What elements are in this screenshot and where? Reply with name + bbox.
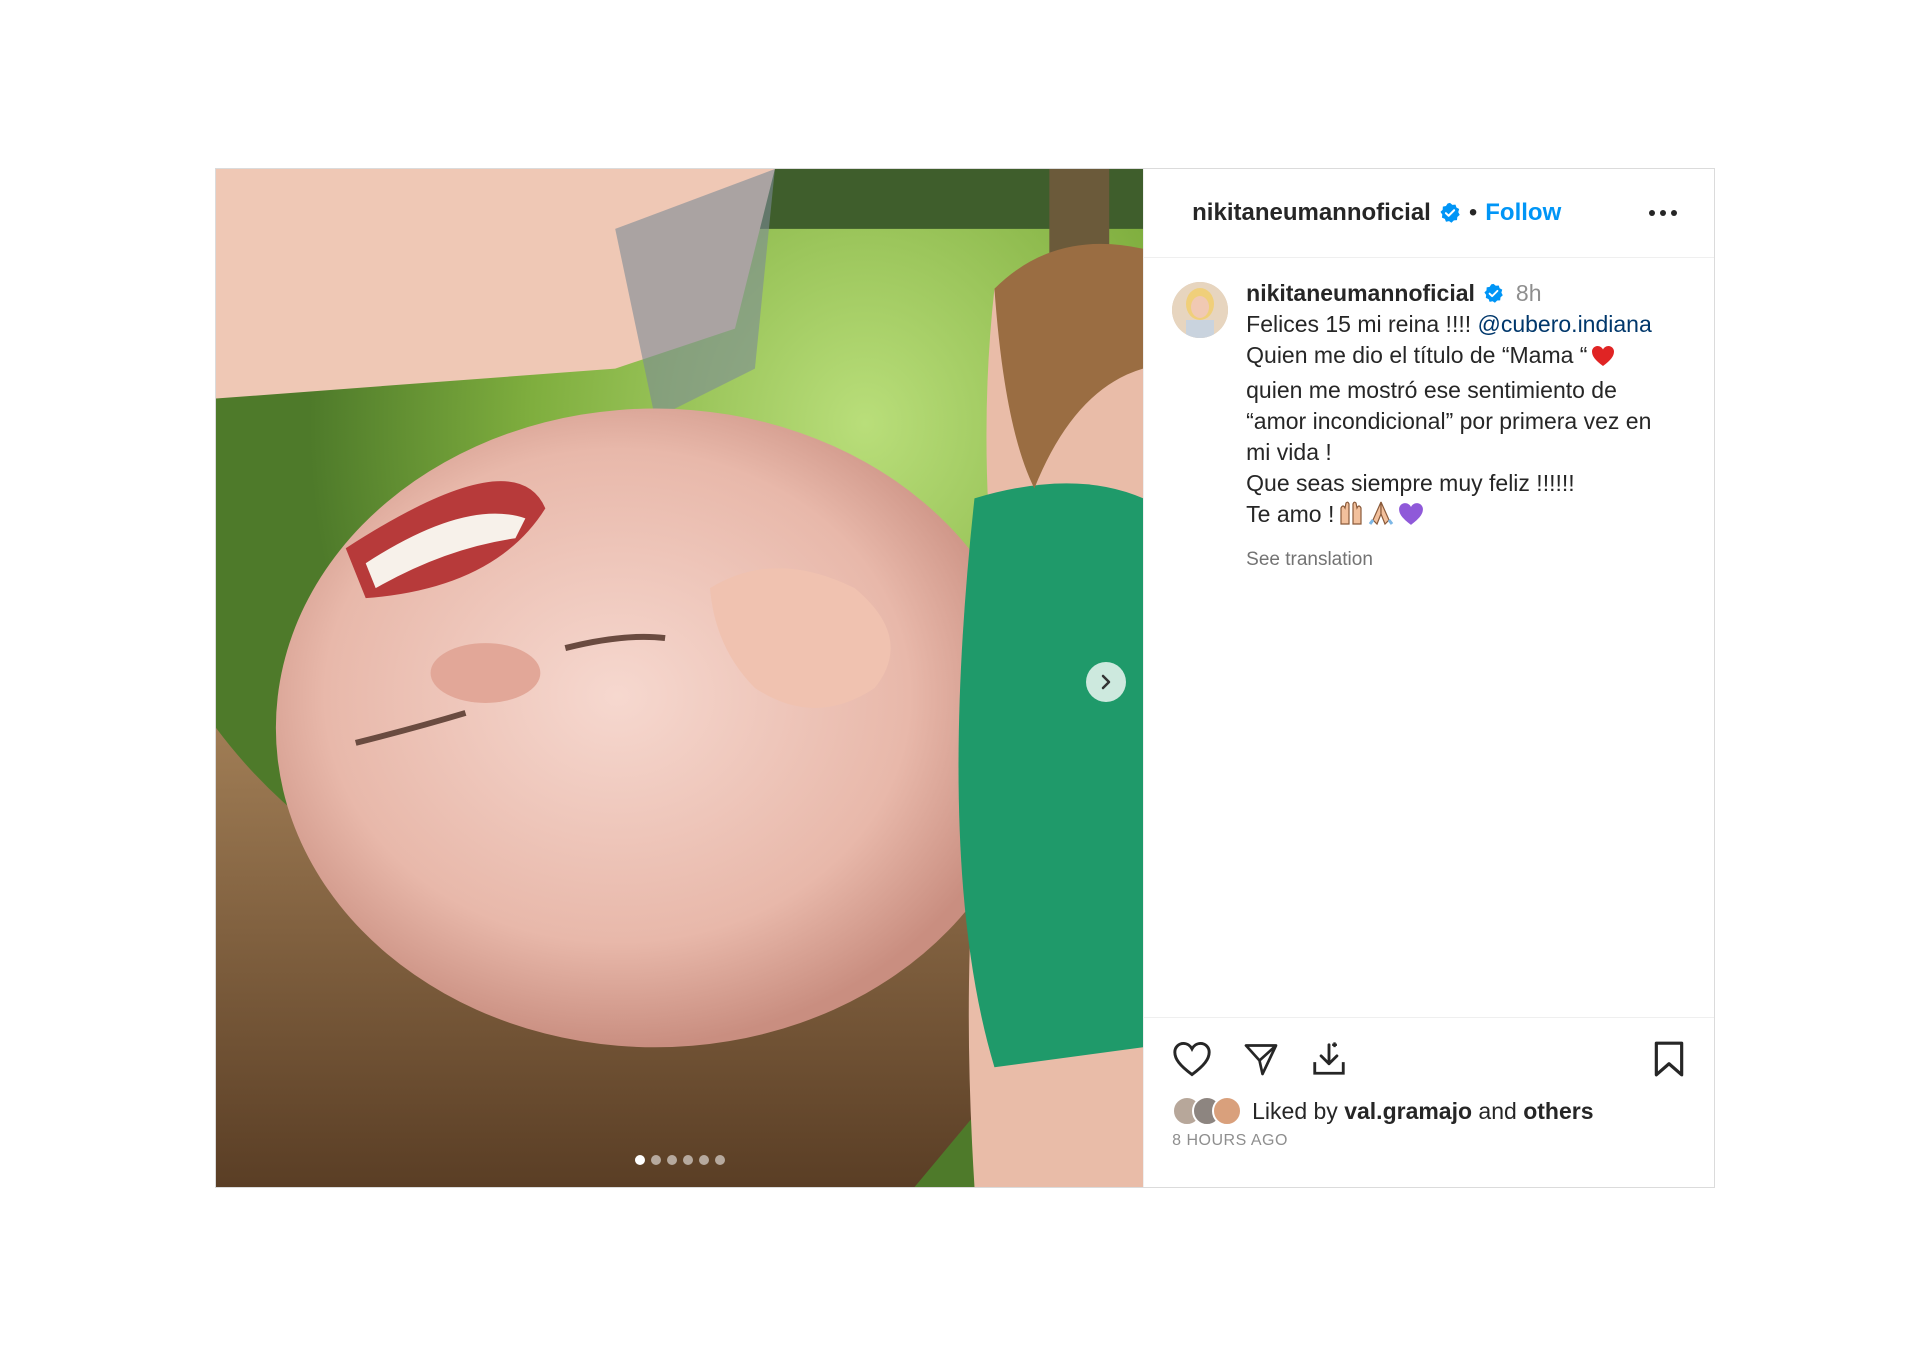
follow-button[interactable]: Follow (1485, 199, 1561, 227)
likes-summary: Liked by val.gramajo and others (1172, 1096, 1686, 1126)
caption-line: mi vida ! (1246, 439, 1332, 465)
caption-line: Te amo ! (1246, 499, 1652, 534)
verified-badge-icon (1483, 283, 1504, 304)
carousel-dot[interactable] (666, 1155, 677, 1165)
liker-username[interactable]: val.gramajo (1344, 1098, 1472, 1125)
more-options-icon (1649, 210, 1677, 216)
likes-others-link[interactable]: others (1523, 1098, 1593, 1125)
chevron-right-icon (1101, 674, 1111, 690)
bookmark-button[interactable] (1652, 1040, 1686, 1078)
heart-icon (1173, 1041, 1211, 1077)
caption-body: nikitaneumannoficial 8h Felices 15 mi re… (1246, 278, 1652, 1017)
caption-line: “amor incondicional” por primera vez en (1246, 408, 1652, 434)
verified-badge-icon (1439, 202, 1461, 224)
raising-hands-icon (1338, 500, 1364, 534)
post-photo (216, 169, 1144, 1187)
header-separator: • (1468, 199, 1478, 226)
caption-line: Que seas siempre muy feliz !!!!!! (1246, 470, 1575, 496)
header-username[interactable]: nikitaneumannoficial (1192, 199, 1431, 227)
mention-link[interactable]: @cubero.indiana (1478, 311, 1652, 337)
caption-line: Quien me dio el título de “Mama “ (1246, 340, 1652, 375)
next-slide-button[interactable] (1086, 662, 1126, 702)
send-icon (1244, 1044, 1278, 1076)
see-translation-link[interactable]: See translation (1246, 544, 1652, 575)
bookmark-icon (1654, 1041, 1684, 1077)
post-time[interactable]: 8h (1516, 278, 1542, 309)
more-options-button[interactable] (1648, 209, 1678, 217)
post-actions-area: Liked by val.gramajo and others 8 HOURS … (1144, 1017, 1714, 1187)
post-timestamp[interactable]: 8 HOURS AGO (1172, 1132, 1686, 1150)
purple-heart-icon (1398, 502, 1424, 534)
like-button[interactable] (1172, 1041, 1212, 1077)
carousel-dots (216, 1155, 1143, 1165)
caption-line: Felices 15 mi reina !!!! @cubero.indiana (1246, 311, 1652, 337)
liker-avatars[interactable] (1172, 1096, 1243, 1126)
carousel-dot[interactable] (698, 1155, 709, 1165)
caption-line: quien me mostró ese sentimiento de (1246, 377, 1617, 403)
avatar[interactable] (1172, 282, 1229, 338)
action-bar (1172, 1040, 1686, 1078)
avatar (1212, 1096, 1243, 1126)
post-caption: nikitaneumannoficial 8h Felices 15 mi re… (1144, 258, 1714, 1017)
caption-username[interactable]: nikitaneumannoficial (1246, 278, 1475, 309)
carousel-dot[interactable] (634, 1155, 645, 1165)
instagram-post: nikitaneumannoficial • Follow nikitaneum… (215, 168, 1715, 1188)
folded-hands-icon (1368, 500, 1394, 534)
red-heart-icon (1591, 344, 1615, 375)
carousel-dot[interactable] (714, 1155, 725, 1165)
share-button[interactable] (1242, 1041, 1280, 1077)
download-button[interactable] (1310, 1040, 1348, 1078)
download-icon (1313, 1042, 1345, 1075)
likes-middle: and (1472, 1097, 1524, 1124)
post-header: nikitaneumannoficial • Follow (1144, 169, 1714, 258)
likes-prefix: Liked by (1252, 1097, 1345, 1124)
post-media[interactable] (216, 169, 1144, 1187)
carousel-dot[interactable] (650, 1155, 661, 1165)
post-side-panel: nikitaneumannoficial • Follow nikitaneum… (1143, 169, 1714, 1187)
carousel-dot[interactable] (682, 1155, 693, 1165)
